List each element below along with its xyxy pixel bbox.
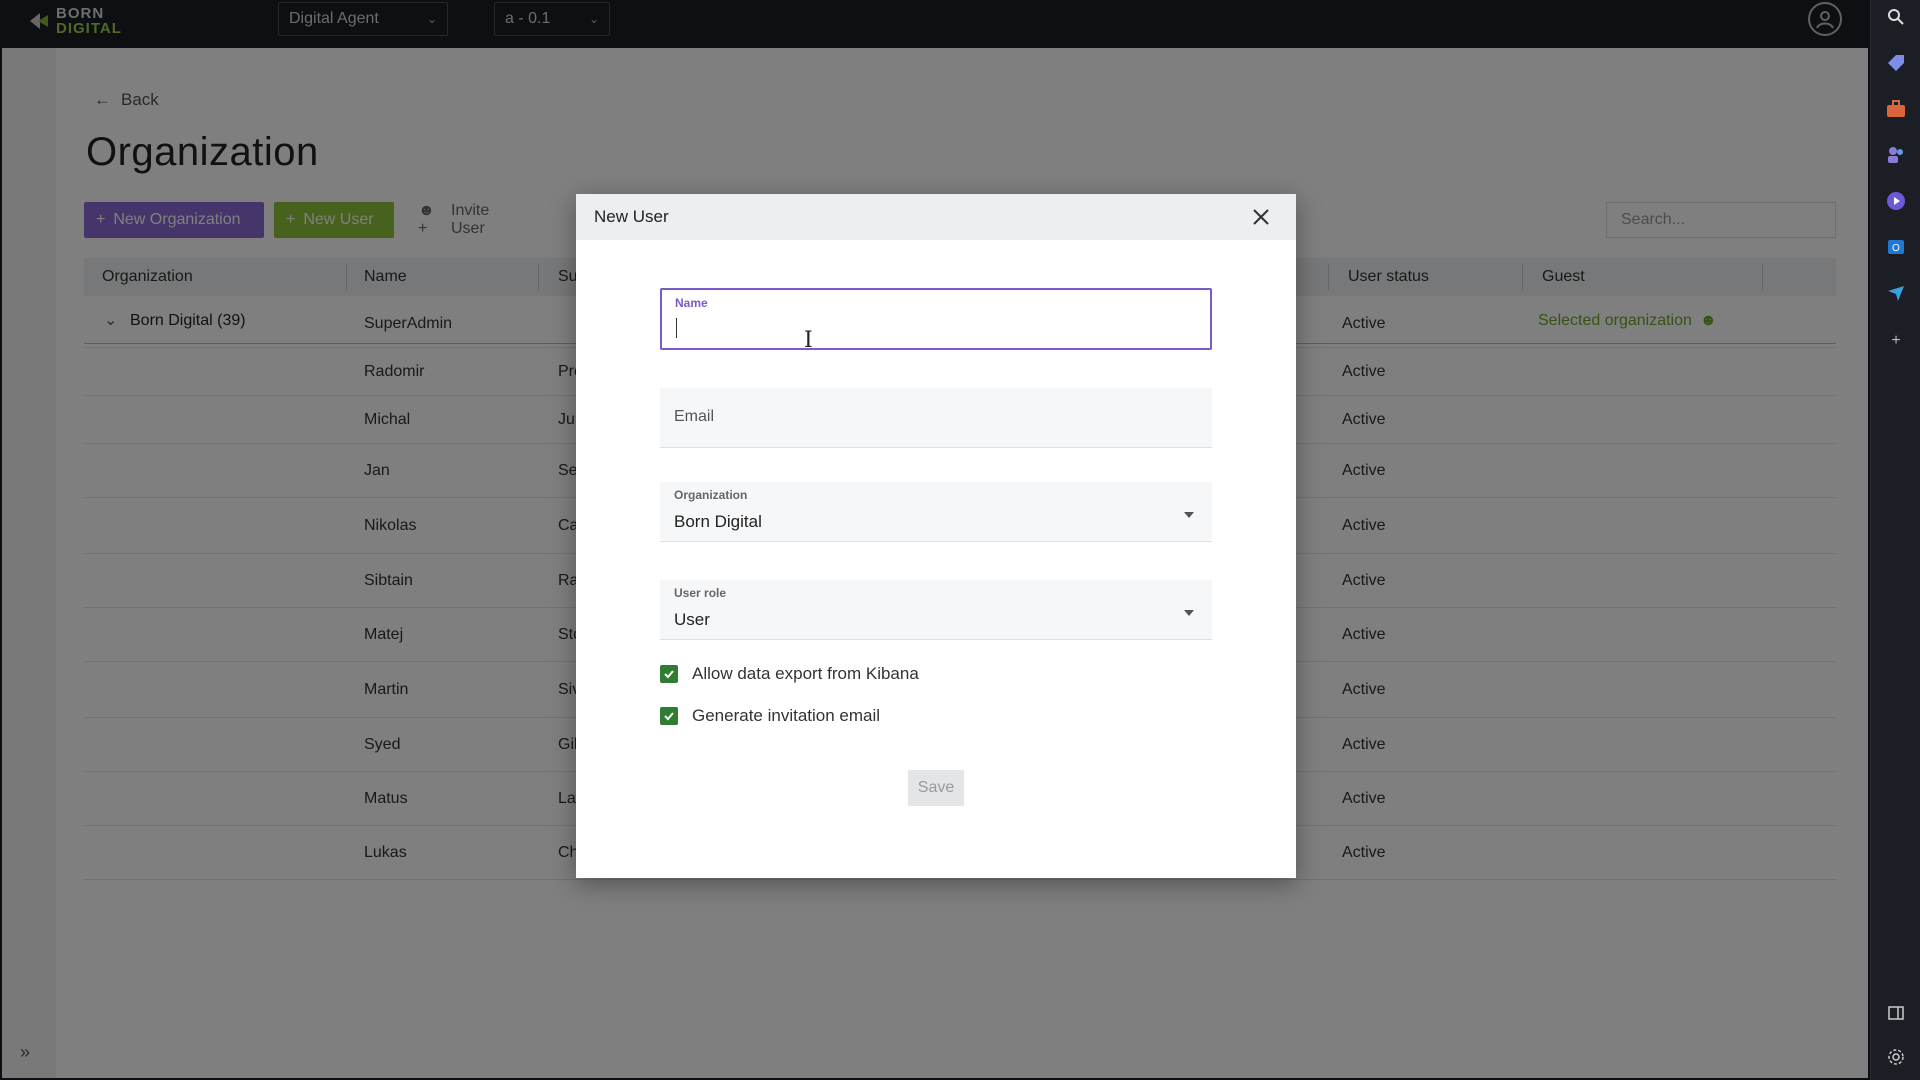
send-icon[interactable]	[1885, 282, 1907, 304]
organization-select[interactable]: Organization Born Digital	[660, 482, 1212, 542]
organization-select-value: Born Digital	[674, 512, 762, 531]
allow-export-checkbox[interactable]	[660, 665, 678, 683]
user-role-select-label: User role	[674, 586, 727, 600]
name-field[interactable]: Name	[660, 288, 1212, 350]
tag-icon[interactable]	[1885, 52, 1907, 74]
search-icon[interactable]	[1885, 6, 1907, 28]
caret-down-icon	[1184, 512, 1194, 518]
plus-icon[interactable]: +	[1885, 330, 1907, 352]
new-user-dialog: New User Name Email Organization Born Di…	[576, 194, 1296, 878]
save-button[interactable]: Save	[908, 770, 964, 806]
user-role-select[interactable]: User role User	[660, 580, 1212, 640]
right-rail: O +	[1870, 0, 1920, 1080]
generate-invitation-label[interactable]: Generate invitation email	[692, 706, 880, 726]
users-icon[interactable]	[1885, 144, 1907, 166]
user-role-select-value: User	[674, 610, 710, 629]
organization-select-label: Organization	[674, 488, 748, 502]
text-caret	[676, 318, 677, 338]
generate-invitation-checkbox[interactable]	[660, 707, 678, 725]
close-icon[interactable]	[1250, 206, 1272, 228]
settings-icon[interactable]	[1885, 1046, 1907, 1068]
generate-invitation-checkbox-row: Generate invitation email	[660, 706, 880, 726]
svg-text:O: O	[1892, 243, 1900, 254]
caret-down-icon	[1184, 610, 1194, 616]
play-circle-icon[interactable]	[1885, 190, 1907, 212]
dialog-header: New User	[576, 194, 1296, 240]
briefcase-icon[interactable]	[1885, 98, 1907, 120]
name-field-label: Name	[675, 296, 708, 310]
allow-export-label[interactable]: Allow data export from Kibana	[692, 664, 919, 684]
email-field[interactable]: Email	[660, 388, 1212, 448]
dialog-title: New User	[594, 207, 669, 226]
allow-export-checkbox-row: Allow data export from Kibana	[660, 664, 919, 684]
panel-icon[interactable]	[1885, 1002, 1907, 1024]
outlook-icon[interactable]: O	[1885, 236, 1907, 258]
text-cursor-icon: I	[804, 328, 813, 353]
email-placeholder: Email	[674, 408, 715, 425]
